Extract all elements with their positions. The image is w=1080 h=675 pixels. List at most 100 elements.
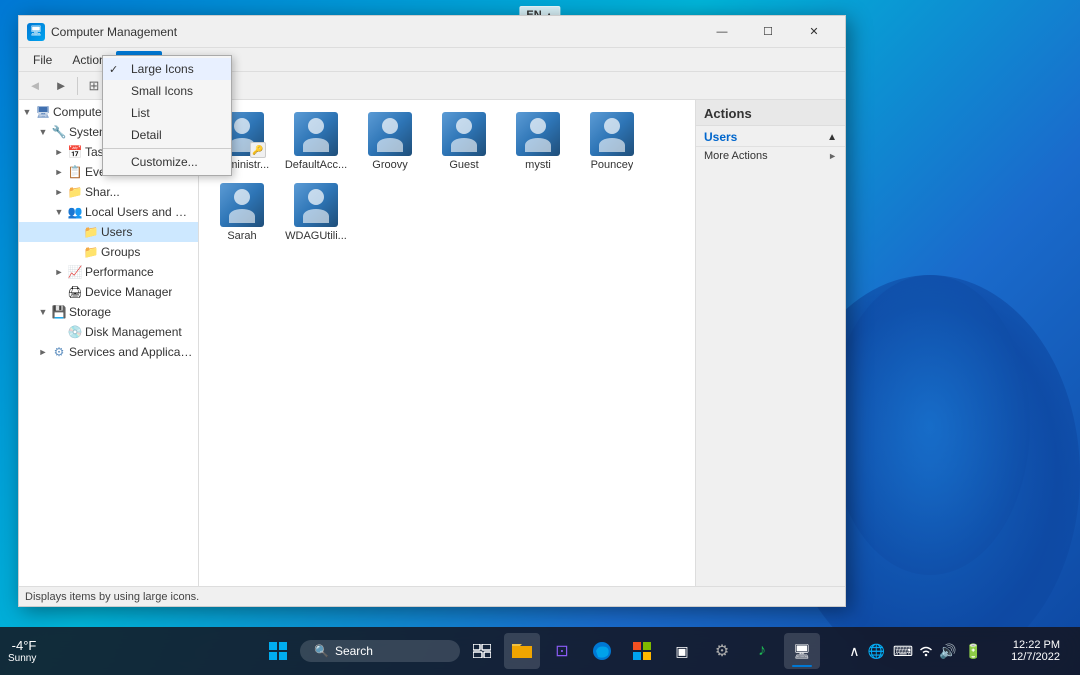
taskbar: -4°F Sunny 🔍 Search (0, 627, 1080, 675)
tree-label-local-users-groups: Local Users and Groups (83, 205, 194, 219)
view-list[interactable]: List (103, 102, 231, 124)
weather-widget[interactable]: -4°F Sunny (8, 638, 36, 664)
expand-icon-local-users: ▼ (51, 207, 67, 217)
active-app-icon: 🖥 (793, 643, 811, 660)
tree-item-performance[interactable]: ► 📈 Performance (19, 262, 198, 282)
window-controls: — ☐ ✕ (699, 16, 837, 48)
tree-label-groups: Groups (99, 245, 140, 259)
user-item[interactable]: DefaultAcc... (281, 108, 351, 175)
user-avatar (368, 112, 412, 156)
user-label: Sarah (227, 230, 256, 242)
tree-item-device-manager[interactable]: 🖨 Device Manager (19, 282, 198, 302)
tree-item-services-apps[interactable]: ► ⚙ Services and Applications (19, 342, 198, 362)
taskbar-settings[interactable]: ⚙ (704, 633, 740, 669)
user-avatar-image (516, 112, 560, 156)
user-item[interactable]: Groovy (355, 108, 425, 175)
search-bar[interactable]: 🔍 Search (300, 640, 460, 662)
view-customize[interactable]: Customize... (103, 151, 231, 173)
tree-item-groups[interactable]: 📁 Groups (19, 242, 198, 262)
more-actions-link[interactable]: More Actions ► (696, 147, 845, 165)
tree-item-users[interactable]: 📁 Users (19, 222, 198, 242)
user-item[interactable]: mysti (503, 108, 573, 175)
user-label: Guest (449, 159, 478, 171)
expand-icon-storage: ▼ (35, 307, 51, 317)
tree-label-users: Users (99, 225, 132, 239)
tray-keyboard-icon[interactable]: ⌨ (891, 641, 915, 662)
taskbar-file-explorer[interactable] (504, 633, 540, 669)
titlebar: 🖥 Computer Management — ☐ ✕ (19, 16, 845, 48)
datetime-display[interactable]: 12:22 PM 12/7/2022 (990, 639, 1060, 663)
tree-item-disk-mgmt[interactable]: 💿 Disk Management (19, 322, 198, 342)
user-item[interactable]: WDAGUtili... (281, 179, 351, 246)
user-item[interactable]: Guest (429, 108, 499, 175)
taskbar-active-app[interactable]: 🖥 (784, 633, 820, 669)
start-button[interactable] (260, 633, 296, 669)
taskbar-store[interactable] (624, 633, 660, 669)
expand-icon-performance: ► (51, 267, 67, 277)
users-folder-icon: 📁 (83, 225, 99, 239)
teams-icon: ⊡ (555, 641, 568, 661)
storage-icon: 💾 (51, 305, 67, 319)
expand-icon-computer: ▼ (19, 107, 35, 117)
user-item[interactable]: Sarah (207, 179, 277, 246)
user-avatar-image (442, 112, 486, 156)
view-large-icons[interactable]: ✓ Large Icons (103, 58, 231, 80)
more-actions-arrow-icon: ► (828, 151, 837, 161)
user-avatar (590, 112, 634, 156)
actions-users-section[interactable]: Users ▲ (696, 126, 845, 147)
taskbar-left: -4°F Sunny (8, 638, 40, 664)
user-avatar-image (590, 112, 634, 156)
weather-temperature: -4°F (12, 638, 37, 653)
detail-label: Detail (131, 128, 162, 142)
taskbar-teams[interactable]: ⊡ (544, 633, 580, 669)
search-label: Search (335, 644, 373, 658)
user-avatar (442, 112, 486, 156)
task-view-button[interactable] (464, 633, 500, 669)
user-label: DefaultAcc... (285, 159, 347, 171)
forward-button[interactable]: ► (49, 75, 73, 97)
taskbar-edge[interactable] (584, 633, 620, 669)
tray-up-arrow[interactable]: ∧ (847, 641, 861, 662)
tray-battery-icon[interactable]: 🔋 (963, 641, 984, 662)
menu-file[interactable]: File (23, 51, 62, 69)
spotify-icon: ♪ (758, 642, 766, 660)
minimize-button[interactable]: — (699, 16, 745, 48)
large-icons-label: Large Icons (131, 62, 194, 76)
tree-label-device-manager: Device Manager (83, 285, 172, 299)
actions-users-label: Users (704, 130, 737, 144)
view-small-icons[interactable]: Small Icons (103, 80, 231, 102)
expand-icon-shared: ► (51, 187, 67, 197)
user-badge: 🔑 (250, 142, 266, 158)
view-dropdown-menu: ✓ Large Icons Small Icons List Detail Cu… (102, 55, 232, 176)
view-detail[interactable]: Detail (103, 124, 231, 146)
user-avatar-image (368, 112, 412, 156)
tree-item-shared-folders[interactable]: ► 📁 Shar... (19, 182, 198, 202)
user-item[interactable]: Pouncey (577, 108, 647, 175)
services-apps-icon: ⚙ (51, 345, 67, 359)
close-button[interactable]: ✕ (791, 16, 837, 48)
taskbar-terminal[interactable]: ▣ (664, 633, 700, 669)
tree-item-local-users-groups[interactable]: ▼ 👥 Local Users and Groups (19, 202, 198, 222)
actions-chevron-icon: ▲ (827, 132, 837, 143)
device-manager-icon: 🖨 (67, 285, 83, 299)
tree-label-services-apps: Services and Applications (67, 345, 194, 359)
user-label: WDAGUtili... (285, 230, 347, 242)
performance-icon: 📈 (67, 265, 83, 279)
tree-item-storage[interactable]: ▼ 💾 Storage (19, 302, 198, 322)
date-display: 12/7/2022 (1011, 651, 1060, 663)
back-button[interactable]: ◄ (23, 75, 47, 97)
tree-label-shared-folders: Shar... (83, 185, 120, 199)
statusbar: Displays items by using large icons. (19, 586, 845, 606)
taskbar-spotify[interactable]: ♪ (744, 633, 780, 669)
wifi-icon[interactable] (919, 645, 933, 657)
user-avatar-image (220, 183, 264, 227)
customize-label: Customize... (131, 155, 198, 169)
window-icon: 🖥 (27, 23, 45, 41)
taskbar-right: ∧ 🌐 ⌨ 🔊 🔋 12:22 PM 12/7/2022 (847, 639, 1072, 663)
tray-speaker-icon[interactable]: 🔊 (937, 641, 958, 662)
maximize-button[interactable]: ☐ (745, 16, 791, 48)
computer-icon: 🖥 (35, 105, 51, 119)
disk-management-icon: 💿 (67, 325, 83, 339)
tree-label-storage: Storage (67, 305, 111, 319)
tray-globe-icon[interactable]: 🌐 (865, 641, 886, 662)
